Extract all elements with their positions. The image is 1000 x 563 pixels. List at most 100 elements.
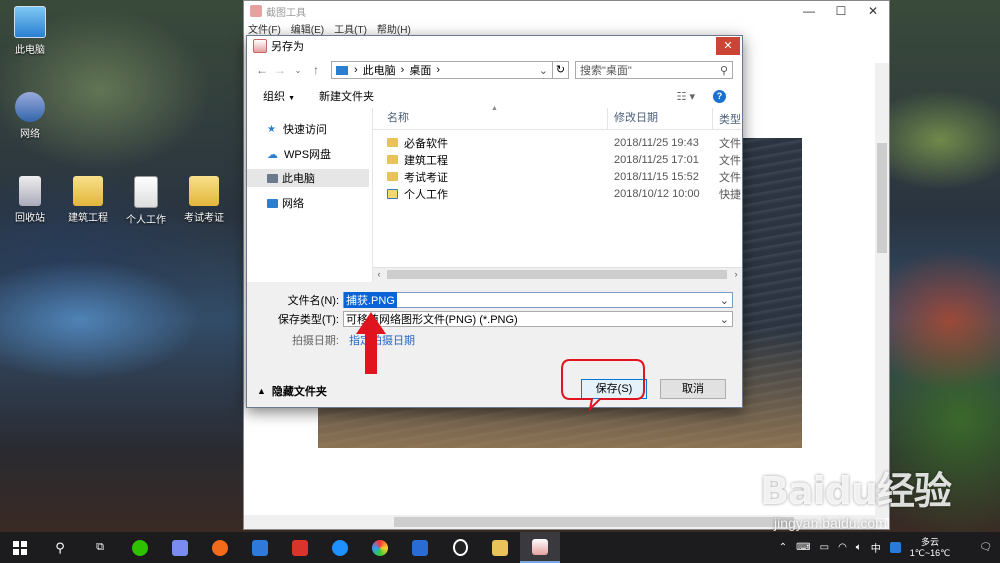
taskbar-wechat[interactable]	[120, 532, 160, 563]
desktop-icon-geren[interactable]: 个人工作	[116, 176, 176, 226]
snip-vertical-scrollbar[interactable]	[875, 63, 889, 518]
file-list-scroll-thumb[interactable]	[387, 270, 727, 279]
filename-input[interactable]: 捕获.PNG ⌄	[343, 292, 733, 308]
desktop-icon-kaoshi[interactable]: 考试考证	[174, 176, 234, 224]
dialog-close-button[interactable]: ✕	[716, 37, 740, 55]
nav-item-network[interactable]: 网络	[247, 194, 369, 212]
up-arrow-icon[interactable]: ↑	[307, 63, 325, 77]
address-chevron-icon[interactable]: ›	[401, 64, 405, 76]
watermark-url: jingyan.baidu.com	[774, 515, 887, 531]
folder-icon	[73, 176, 103, 206]
filename-row: 文件名(N): 捕获.PNG ⌄	[247, 291, 733, 309]
cancel-button[interactable]: 取消	[660, 379, 726, 399]
snip-hscroll-thumb[interactable]	[394, 517, 794, 527]
taskbar-app-orange[interactable]	[200, 532, 240, 563]
task-view-button[interactable]: ⧉	[80, 532, 120, 563]
dialog-title: 另存为	[271, 41, 304, 53]
taskbar-feishu[interactable]	[160, 532, 200, 563]
filetype-select[interactable]: 可移植网络图形文件(PNG) (*.PNG) ⌄	[343, 311, 733, 327]
close-icon[interactable]: ✕	[857, 4, 889, 18]
chevron-down-icon[interactable]: ⌄	[720, 294, 732, 307]
minimize-icon[interactable]: —	[793, 4, 825, 18]
filename-label: 文件名(N):	[287, 295, 339, 307]
annotation-red-callout	[561, 359, 645, 411]
forward-arrow-icon[interactable]: →	[271, 63, 289, 77]
organize-button[interactable]: 组织 ▼	[263, 88, 295, 104]
search-input[interactable]: 搜索"桌面" ⚲	[575, 61, 733, 79]
network-icon	[267, 198, 278, 208]
desktop-icon-this-pc[interactable]: 此电脑	[0, 6, 60, 56]
baidu-watermark: Baidu经验 jingyan.baidu.com	[760, 460, 952, 531]
ime-icon[interactable]	[889, 542, 901, 553]
keyboard-icon[interactable]: ⌨	[796, 542, 810, 553]
folder-icon	[387, 138, 398, 147]
folder-icon	[189, 176, 219, 206]
back-arrow-icon[interactable]: ←	[253, 63, 271, 77]
chevron-up-icon[interactable]: ⌃	[779, 542, 787, 553]
taskbar-app-colorful[interactable]	[360, 532, 400, 563]
address-bar[interactable]: › 此电脑 › 桌面 › ⌄	[331, 61, 553, 79]
taskbar-file-explorer[interactable]	[480, 532, 520, 563]
desktop-icon-jianzhu[interactable]: 建筑工程	[58, 176, 118, 224]
table-row[interactable]: 个人工作 2018/10/12 10:00 快捷	[373, 185, 742, 202]
cloud-icon: ☁	[267, 148, 278, 161]
breadcrumb-desktop[interactable]: 桌面	[409, 62, 431, 78]
wifi-icon[interactable]: ◠	[838, 542, 847, 553]
scissors-icon	[532, 538, 548, 555]
column-header-modified[interactable]: 修改日期	[608, 108, 713, 129]
table-row[interactable]: 考试考证 2018/11/15 15:52 文件	[373, 168, 742, 185]
notification-icon[interactable]: 🗨︎	[979, 542, 992, 553]
taskbar-snipping-tool[interactable]	[520, 532, 560, 563]
taskbar-app-blue[interactable]	[240, 532, 280, 563]
network-icon	[15, 92, 45, 122]
nav-item-wps-cloud[interactable]: ☁ WPS网盘	[247, 145, 369, 163]
volume-icon[interactable]: 🔈︎	[856, 542, 862, 553]
weather-widget[interactable]: 多云 1℃~16℃	[910, 537, 951, 559]
pc-icon	[14, 6, 46, 38]
table-row[interactable]: 必备软件 2018/11/25 19:43 文件	[373, 134, 742, 151]
address-row: ← → ⌄ ↑ › 此电脑 › 桌面 › ⌄ ↻ 搜索"桌面" ⚲	[247, 56, 742, 84]
nav-item-quick-access[interactable]: ★ 快速访问	[247, 120, 369, 138]
column-header-type[interactable]: 类型	[713, 111, 741, 127]
taskbar-ie[interactable]	[320, 532, 360, 563]
file-list-horizontal-scrollbar[interactable]: ‹ ›	[373, 267, 742, 282]
search-button[interactable]: ⚲	[40, 532, 80, 563]
chevron-down-icon: ▼	[288, 95, 295, 102]
sort-arrow-icon: ▲	[491, 105, 498, 112]
weather-text: 多云	[921, 536, 940, 547]
snip-vscroll-thumb[interactable]	[877, 143, 887, 253]
scroll-right-icon[interactable]: ›	[730, 268, 742, 281]
breadcrumb-this-pc[interactable]: 此电脑	[363, 62, 396, 78]
nav-item-this-pc[interactable]: 此电脑	[247, 169, 369, 187]
help-icon[interactable]: ?	[713, 89, 726, 103]
dialog-titlebar: 另存为 ✕	[247, 36, 742, 56]
taskbar-qq[interactable]	[440, 532, 480, 563]
watermark-brand: Baidu经验	[760, 469, 952, 513]
new-folder-button[interactable]: 新建文件夹	[319, 88, 374, 104]
chevron-down-icon[interactable]: ⌄	[720, 313, 732, 326]
taskbar-app-red[interactable]	[280, 532, 320, 563]
qq-icon	[452, 539, 468, 556]
battery-icon[interactable]: ▭	[820, 542, 829, 553]
maximize-icon[interactable]: ☐	[825, 4, 857, 18]
chart-icon	[412, 539, 428, 556]
taskbar-app-chart[interactable]	[400, 532, 440, 563]
dialog-app-icon	[253, 39, 267, 53]
view-options-icon[interactable]: ☷ ▾	[677, 90, 695, 103]
address-chevron-icon[interactable]: ›	[354, 64, 358, 76]
hide-folders-toggle[interactable]: ▲ 隐藏文件夹	[257, 383, 327, 399]
ime-indicator[interactable]: 中	[871, 540, 881, 555]
dropdown-recent-icon[interactable]: ⌄	[289, 66, 307, 75]
chevron-down-icon[interactable]: ⌄	[539, 64, 548, 77]
scroll-left-icon[interactable]: ‹	[373, 268, 385, 281]
refresh-icon[interactable]: ↻	[553, 61, 569, 79]
task-view-icon: ⧉	[96, 541, 104, 553]
dialog-footer: ▲ 隐藏文件夹 保存(S) 取消	[247, 363, 742, 407]
it-icon	[292, 539, 308, 556]
address-chevron-icon[interactable]: ›	[436, 64, 440, 76]
start-button[interactable]	[0, 532, 40, 563]
table-row[interactable]: 建筑工程 2018/11/25 17:01 文件	[373, 151, 742, 168]
desktop-icon-recycle-bin[interactable]: 回收站	[0, 176, 60, 224]
desktop-icon-network[interactable]: 网络	[0, 92, 60, 140]
browser-icon	[332, 539, 348, 556]
